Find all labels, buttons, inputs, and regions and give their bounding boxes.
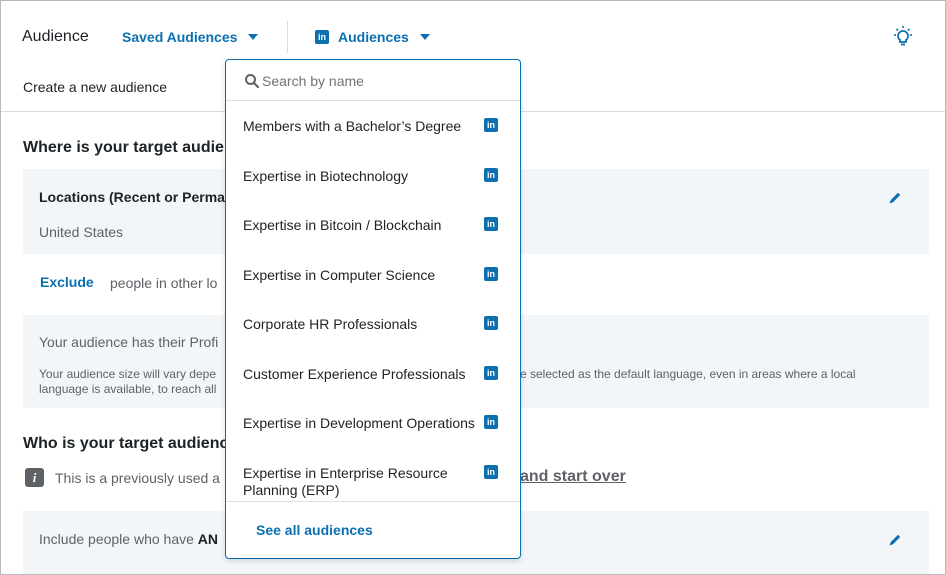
where-section-title: Where is your target audien [23,139,234,156]
audiences-label: Audiences [338,29,409,45]
audience-item-label: Expertise in Enterprise Resource Plannin… [243,465,448,498]
linkedin-icon: in [484,267,498,281]
audience-item-label: Expertise in Bitcoin / Blockchain [243,217,442,233]
audience-item[interactable]: Expertise in Bitcoin / Blockchain in [226,200,520,248]
audience-item-label: Corporate HR Professionals [243,316,418,332]
search-input[interactable] [262,69,502,93]
edit-pencil-icon[interactable] [887,190,903,206]
audience-item-label: Expertise in Development Operations [243,415,475,431]
start-over-link[interactable]: and start over [520,468,626,486]
locations-value: United States [39,224,124,240]
dropdown-footer: See all audiences [226,501,520,558]
audience-item[interactable]: Expertise in Enterprise Resource Plannin… [226,448,520,500]
saved-audiences-label: Saved Audiences [122,29,238,45]
caret-down-icon [419,34,430,40]
audience-item[interactable]: Expertise in Biotechnology in [226,151,520,199]
linkedin-icon: in [484,465,498,479]
lightbulb-icon[interactable] [891,25,915,49]
audience-panel: Audience Saved Audiences in Audiences Cr… [0,0,946,575]
audience-item[interactable]: Customer Experience Professionals in [226,349,520,397]
audience-item[interactable]: Members with a Bachelor’s Degree in [226,101,520,149]
caret-down-icon [248,34,259,40]
audience-item-label: Expertise in Computer Science [243,267,436,283]
audiences-dropdown-menu: Members with a Bachelor’s Degree in Expe… [225,59,521,559]
create-new-audience-tab[interactable]: Create a new audience [23,79,167,95]
info-icon: i [25,468,44,487]
page-title: Audience [22,28,89,45]
linkedin-icon: in [484,118,498,132]
audience-item-label: Expertise in Biotechnology [243,168,408,184]
profile-language-note: Your audience size will vary depe [39,367,216,381]
audience-item[interactable]: Corporate HR Professionals in [226,299,520,347]
search-icon [245,74,260,89]
audience-item-label: Members with a Bachelor’s Degree [243,118,462,134]
search-bar [226,60,520,101]
audience-item[interactable]: Expertise in Development Operations in [226,398,520,446]
audiences-dropdown[interactable]: in Audiences [315,29,430,45]
divider [287,21,288,53]
audience-item[interactable]: Expertise in Computer Science in [226,250,520,298]
linkedin-icon: in [315,30,329,44]
linkedin-icon: in [484,366,498,380]
audience-item-label: Customer Experience Professionals [243,366,466,382]
linkedin-icon: in [484,168,498,182]
who-section-title: Who is your target audienc [23,435,229,452]
linkedin-icon: in [484,316,498,330]
profile-language-text: Your audience has their Profi [39,334,219,350]
profile-language-note: language is available, to reach all [39,382,217,396]
audience-list: Members with a Bachelor’s Degree in Expe… [226,101,520,501]
see-all-audiences-link[interactable]: See all audiences [256,522,373,538]
include-criteria-text: Include people who have AN [39,531,219,547]
locations-label: Locations (Recent or Perma [39,189,225,205]
saved-audiences-dropdown[interactable]: Saved Audiences [122,29,259,45]
linkedin-icon: in [484,217,498,231]
previously-used-notice: This is a previously used a [55,470,220,486]
exclude-button[interactable]: Exclude [40,274,94,290]
edit-pencil-icon[interactable] [887,532,903,548]
linkedin-icon: in [484,415,498,429]
profile-language-note: e selected as the default language, even… [520,367,856,381]
exclude-description: people in other lo [110,275,218,291]
